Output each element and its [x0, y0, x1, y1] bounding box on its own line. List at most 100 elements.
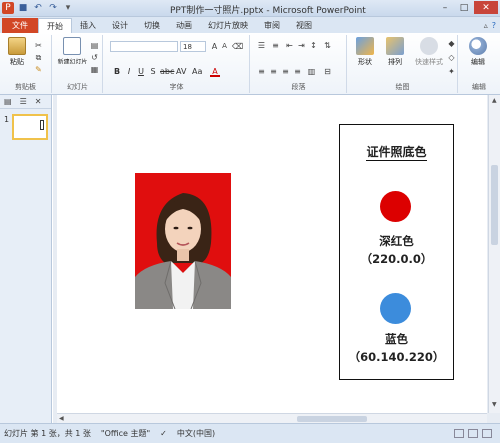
quick-styles-button[interactable]: 快速样式 — [412, 37, 446, 67]
arrange-icon — [386, 37, 404, 55]
numbering-icon[interactable]: ≡ — [271, 41, 280, 50]
slides-tab-icon[interactable]: ▤ — [4, 97, 12, 106]
dark-red-value: （220.0.0） — [360, 252, 433, 266]
group-label: 幻灯片 — [67, 83, 88, 91]
font-color-icon[interactable]: A — [210, 67, 220, 77]
close-icon[interactable]: ✕ — [474, 1, 498, 14]
slide-thumbnail[interactable] — [12, 114, 48, 140]
ribbon-tabs: 文件 开始 插入 设计 切换 动画 幻灯片放映 审阅 视图 ▵ ? — [0, 17, 500, 33]
find-icon — [469, 37, 487, 55]
redo-icon[interactable]: ↷ — [47, 2, 59, 14]
undo-icon[interactable]: ↶ — [32, 2, 44, 14]
save-icon[interactable]: ■ — [17, 2, 29, 14]
scroll-up-icon[interactable]: ▲ — [492, 97, 497, 104]
shapes-icon — [356, 37, 374, 55]
language[interactable]: 中文(中国) — [177, 428, 215, 439]
layout-icon[interactable]: ▤ — [90, 41, 99, 50]
font-size-box[interactable]: 18 — [180, 41, 206, 52]
minimize-icon[interactable]: – — [436, 1, 454, 14]
align-right-icon[interactable]: ≡ — [281, 67, 290, 76]
horizontal-scrollbar[interactable]: ◀ — [57, 413, 487, 423]
align-left-icon[interactable]: ≡ — [257, 67, 266, 76]
cut-icon[interactable]: ✂ — [34, 41, 43, 50]
spacing-icon[interactable]: AV — [176, 67, 186, 77]
blue-value: （60.140.220） — [348, 350, 445, 364]
arrange-button[interactable]: 排列 — [382, 37, 408, 67]
tab-file[interactable]: 文件 — [2, 18, 38, 33]
collapse-ribbon-icon[interactable]: ▵ — [484, 21, 488, 30]
slide-editor: 证件照底色 深红色 （220.0.0） 蓝色 （60.140.220） ▲ ▼ … — [53, 95, 500, 423]
tab-view[interactable]: 视图 — [288, 18, 320, 33]
section-icon[interactable]: ▦ — [90, 65, 99, 74]
underline-icon[interactable]: U — [136, 67, 146, 77]
shrink-font-icon[interactable]: A — [220, 42, 229, 51]
id-photo[interactable] — [135, 173, 231, 309]
tab-design[interactable]: 设计 — [104, 18, 136, 33]
align-text-icon[interactable]: ⊟ — [323, 67, 332, 76]
shape-fill-icon[interactable]: ◆ — [447, 39, 456, 48]
tab-review[interactable]: 审阅 — [256, 18, 288, 33]
background-color-card[interactable]: 证件照底色 深红色 （220.0.0） 蓝色 （60.140.220） — [339, 124, 454, 380]
window-controls: – □ ✕ — [436, 1, 498, 14]
copy-icon[interactable]: ⧉ — [34, 53, 43, 62]
shadow-icon[interactable]: S — [148, 67, 158, 77]
grow-font-icon[interactable]: A — [210, 42, 219, 51]
spellcheck-icon[interactable]: ✓ — [160, 429, 167, 438]
scroll-down-icon[interactable]: ▼ — [492, 401, 497, 408]
normal-view-icon[interactable] — [454, 429, 464, 438]
format-painter-icon[interactable]: ✎ — [34, 65, 43, 74]
group-font: 18 A A ⌫ B I U S abc AV Aa A 字体 — [104, 35, 250, 93]
group-label: 绘图 — [395, 83, 410, 91]
tab-home[interactable]: 开始 — [38, 18, 72, 33]
font-name-box[interactable] — [110, 41, 178, 52]
reset-icon[interactable]: ↺ — [90, 53, 99, 62]
outline-tab-icon[interactable]: ☰ — [20, 97, 27, 106]
group-paragraph: ☰ ≡ ⇤ ⇥ ↕ ⇅ ≡ ≡ ≡ ≡ ▥ ⊟ 段落 — [251, 35, 347, 93]
editing-button[interactable]: 编辑 — [465, 37, 491, 67]
portrait-image — [135, 173, 231, 309]
text-direction-icon[interactable]: ⇅ — [323, 41, 332, 50]
new-slide-button[interactable]: 新建幻灯片 — [57, 37, 87, 67]
shape-outline-icon[interactable]: ◇ — [447, 53, 456, 62]
strikethrough-icon[interactable]: abc — [160, 67, 174, 77]
italic-icon[interactable]: I — [124, 67, 134, 77]
card-title: 证件照底色 — [366, 145, 427, 161]
tab-slideshow[interactable]: 幻灯片放映 — [200, 18, 256, 33]
help-icon[interactable]: ? — [492, 21, 496, 30]
powerpoint-icon[interactable]: P — [2, 2, 14, 14]
decrease-indent-icon[interactable]: ⇤ — [285, 41, 294, 50]
columns-icon[interactable]: ▥ — [307, 67, 316, 76]
group-label: 剪贴板 — [15, 83, 36, 91]
scroll-left-icon[interactable]: ◀ — [59, 415, 64, 422]
vertical-scrollbar[interactable]: ▲ ▼ — [488, 95, 500, 413]
scroll-thumb[interactable] — [491, 165, 498, 245]
justify-icon[interactable]: ≡ — [293, 67, 302, 76]
increase-indent-icon[interactable]: ⇥ — [297, 41, 306, 50]
clear-format-icon[interactable]: ⌫ — [232, 42, 243, 51]
slide-info: 幻灯片 第 1 张，共 1 张 — [4, 429, 91, 438]
title-bar: P ■ ↶ ↷ ▾ PPT制作一寸照片.pptx - Microsoft Pow… — [0, 0, 500, 17]
slide-canvas[interactable]: 证件照底色 深红色 （220.0.0） 蓝色 （60.140.220） — [57, 95, 487, 413]
shape-effects-icon[interactable]: ✦ — [447, 67, 456, 76]
change-case-icon[interactable]: Aa — [192, 67, 202, 77]
customize-icon[interactable]: ▾ — [62, 2, 74, 14]
shapes-button[interactable]: 形状 — [352, 37, 378, 67]
reading-view-icon[interactable] — [482, 429, 492, 438]
line-spacing-icon[interactable]: ↕ — [309, 41, 318, 50]
sorter-view-icon[interactable] — [468, 429, 478, 438]
paste-button[interactable]: 粘贴 — [4, 37, 30, 67]
tab-insert[interactable]: 插入 — [72, 18, 104, 33]
blue-swatch — [380, 293, 411, 324]
close-pane-icon[interactable]: ✕ — [35, 97, 42, 106]
new-slide-icon — [63, 37, 81, 55]
maximize-icon[interactable]: □ — [455, 1, 473, 14]
bullets-icon[interactable]: ☰ — [257, 41, 266, 50]
bold-icon[interactable]: B — [112, 67, 122, 77]
h-scroll-thumb[interactable] — [297, 416, 367, 422]
group-editing: 编辑 编辑 — [459, 35, 499, 93]
group-clipboard: 粘贴 ✂ ⧉ ✎ 剪贴板 — [0, 35, 52, 93]
slide-number: 1 — [4, 115, 10, 124]
align-center-icon[interactable]: ≡ — [269, 67, 278, 76]
tab-animations[interactable]: 动画 — [168, 18, 200, 33]
tab-transitions[interactable]: 切换 — [136, 18, 168, 33]
